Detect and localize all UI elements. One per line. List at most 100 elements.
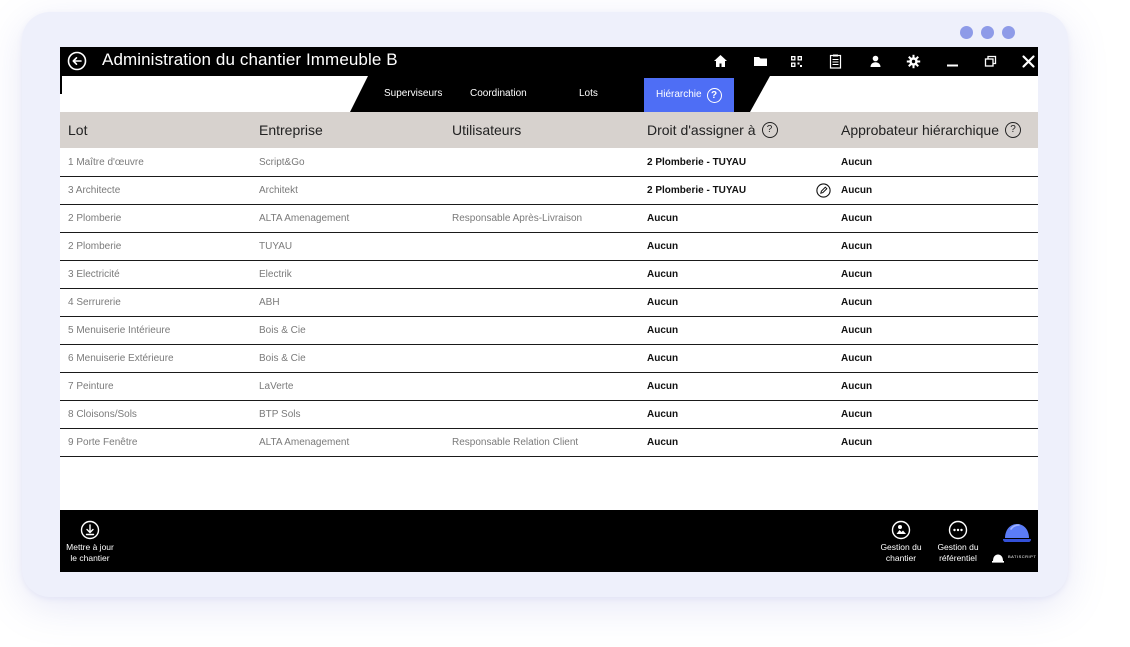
- title-bar: Administration du chantier Immeuble B: [60, 47, 1038, 76]
- update-chantier-button[interactable]: Mettre à jour le chantier: [60, 520, 122, 564]
- cell-lot: 4 Serrurerie: [68, 297, 121, 308]
- cell-entreprise: TUYAU: [259, 241, 293, 252]
- update-label-1: Mettre à jour: [66, 542, 114, 552]
- cell-lot: 1 Maître d'œuvre: [68, 157, 144, 168]
- cell-entreprise: ALTA Amenagement: [259, 213, 350, 224]
- help-icon[interactable]: ?: [1005, 122, 1021, 138]
- table-row[interactable]: 9 Porte Fenêtre ALTA Amenagement Responsab…: [60, 429, 1038, 457]
- tab-strip: Superviseurs Coordination Lots Hiérarchi…: [60, 76, 1038, 112]
- column-header-utilisateurs: Utilisateurs: [452, 122, 522, 138]
- table-row[interactable]: 2 Plomberie TUYAU Aucun Aucun: [60, 233, 1038, 261]
- cell-approbateur: Aucun: [841, 241, 873, 252]
- folder-icon[interactable]: [752, 53, 769, 70]
- cell-droit: Aucun: [647, 437, 679, 448]
- table-row[interactable]: 5 Menuiserie Intérieure Bois & Cie Aucun Au…: [60, 317, 1038, 345]
- cell-utilisateurs: Responsable Après-Livraison: [452, 213, 583, 224]
- dot: [1002, 26, 1015, 39]
- column-header-approbateur: Approbateur hiérarchique ?: [841, 112, 1021, 148]
- cell-droit: Aucun: [647, 269, 679, 280]
- update-label-2: le chantier: [70, 553, 110, 563]
- table-row[interactable]: 3 Architecte Architekt 2 Plomberie - TUYAU…: [60, 177, 1038, 205]
- gestion-referentiel-button[interactable]: Gestion du référentiel: [926, 520, 990, 564]
- cell-droit: Aucun: [647, 297, 679, 308]
- left-marker: [60, 76, 62, 94]
- app-window: Administration du chantier Immeuble B Su…: [60, 47, 1038, 572]
- gestion-chantier-label-2: chantier: [885, 553, 917, 563]
- tab-superviseurs[interactable]: Superviseurs: [384, 76, 442, 112]
- table-row[interactable]: 8 Cloisons/Sols BTP Sols Aucun Aucun: [60, 401, 1038, 429]
- tab-coordination[interactable]: Coordination: [470, 76, 527, 112]
- cell-approbateur: Aucun: [841, 185, 873, 196]
- tab-lots[interactable]: Lots: [579, 76, 598, 112]
- window-dots: [960, 26, 1015, 39]
- cell-droit: 2 Plomberie - TUYAU: [647, 157, 747, 168]
- cell-lot: 7 Peinture: [68, 381, 114, 392]
- cell-approbateur: Aucun: [841, 325, 873, 336]
- home-icon[interactable]: [712, 53, 729, 70]
- cell-droit: Aucun: [647, 381, 679, 392]
- gestion-ref-label-2: référentiel: [939, 553, 977, 563]
- cell-approbateur: Aucun: [841, 213, 873, 224]
- cell-droit: Aucun: [647, 241, 679, 252]
- more-circle-icon: [948, 520, 968, 540]
- column-header-droit: Droit d'assigner à ?: [647, 112, 778, 148]
- qr-code-icon[interactable]: [788, 53, 805, 70]
- cell-lot: 8 Cloisons/Sols: [68, 409, 137, 420]
- table-body: 1 Maître d'œuvre Script&Go 2 Plomberie - T…: [60, 149, 1038, 457]
- cell-droit: Aucun: [647, 409, 679, 420]
- cell-entreprise: Bois & Cie: [259, 353, 306, 364]
- cell-entreprise: LaVerte: [259, 381, 294, 392]
- gestion-chantier-button[interactable]: Gestion du chantier: [869, 520, 933, 564]
- cell-droit: Aucun: [647, 353, 679, 364]
- cell-approbateur: Aucun: [841, 353, 873, 364]
- gestion-chantier-label-1: Gestion du: [880, 542, 922, 552]
- tab-hierarchie[interactable]: Hiérarchie ?: [644, 78, 734, 112]
- help-icon[interactable]: ?: [706, 87, 722, 103]
- cell-droit: Aucun: [647, 325, 679, 336]
- helmet-logo-icon: [1002, 520, 1032, 546]
- cell-approbateur: Aucun: [841, 157, 873, 168]
- table-row[interactable]: 7 Peinture LaVerte Aucun Aucun: [60, 373, 1038, 401]
- gear-icon[interactable]: [905, 53, 922, 70]
- help-icon[interactable]: ?: [761, 122, 778, 138]
- table-row[interactable]: 3 Electricité Electrik Aucun Aucun: [60, 261, 1038, 289]
- cell-approbateur: Aucun: [841, 297, 873, 308]
- column-header-lot: Lot: [68, 122, 88, 138]
- cell-lot: 5 Menuiserie Intérieure: [68, 325, 171, 336]
- dot: [960, 26, 973, 39]
- cell-droit: Aucun: [647, 213, 679, 224]
- tab-hierarchie-label: Hiérarchie: [656, 89, 702, 100]
- gestion-ref-label-1: Gestion du: [937, 542, 979, 552]
- cell-entreprise: ALTA Amenagement: [259, 437, 350, 448]
- cell-entreprise: ABH: [259, 297, 280, 308]
- cell-lot: 2 Plomberie: [68, 241, 122, 252]
- table-row[interactable]: 1 Maître d'œuvre Script&Go 2 Plomberie - T…: [60, 149, 1038, 177]
- close-icon[interactable]: [1020, 53, 1037, 70]
- cell-lot: 6 Menuiserie Extérieure: [68, 353, 174, 364]
- cell-approbateur: Aucun: [841, 409, 873, 420]
- cell-lot: 9 Porte Fenêtre: [68, 437, 138, 448]
- table-row[interactable]: 4 Serrurerie ABH Aucun Aucun: [60, 289, 1038, 317]
- cell-entreprise: Electrik: [259, 269, 292, 280]
- table-row[interactable]: 6 Menuiserie Extérieure Bois & Cie Aucun Au…: [60, 345, 1038, 373]
- cell-entreprise: Script&Go: [259, 157, 305, 168]
- brand-name: BATISCRIPT: [1008, 554, 1037, 559]
- clipboard-icon[interactable]: [827, 53, 844, 70]
- cell-droit: 2 Plomberie - TUYAU: [647, 185, 747, 196]
- download-circle-icon: [80, 520, 100, 540]
- dot: [981, 26, 994, 39]
- minimize-icon[interactable]: [944, 53, 961, 70]
- user-icon[interactable]: [867, 53, 884, 70]
- edit-pencil-icon[interactable]: [816, 183, 831, 198]
- back-arrow-icon[interactable]: [67, 51, 87, 71]
- bottom-bar: Mettre à jour le chantier Gestion du cha…: [60, 510, 1038, 572]
- cell-lot: 3 Electricité: [68, 269, 120, 280]
- cell-approbateur: Aucun: [841, 381, 873, 392]
- table-row[interactable]: 2 Plomberie ALTA Amenagement Responsable A…: [60, 205, 1038, 233]
- cell-utilisateurs: Responsable Relation Client: [452, 437, 579, 448]
- restore-icon[interactable]: [982, 53, 999, 70]
- cell-entreprise: BTP Sols: [259, 409, 301, 420]
- brand-logo-icon: [992, 550, 1004, 568]
- cell-entreprise: Bois & Cie: [259, 325, 306, 336]
- window-title: Administration du chantier Immeuble B: [102, 50, 398, 69]
